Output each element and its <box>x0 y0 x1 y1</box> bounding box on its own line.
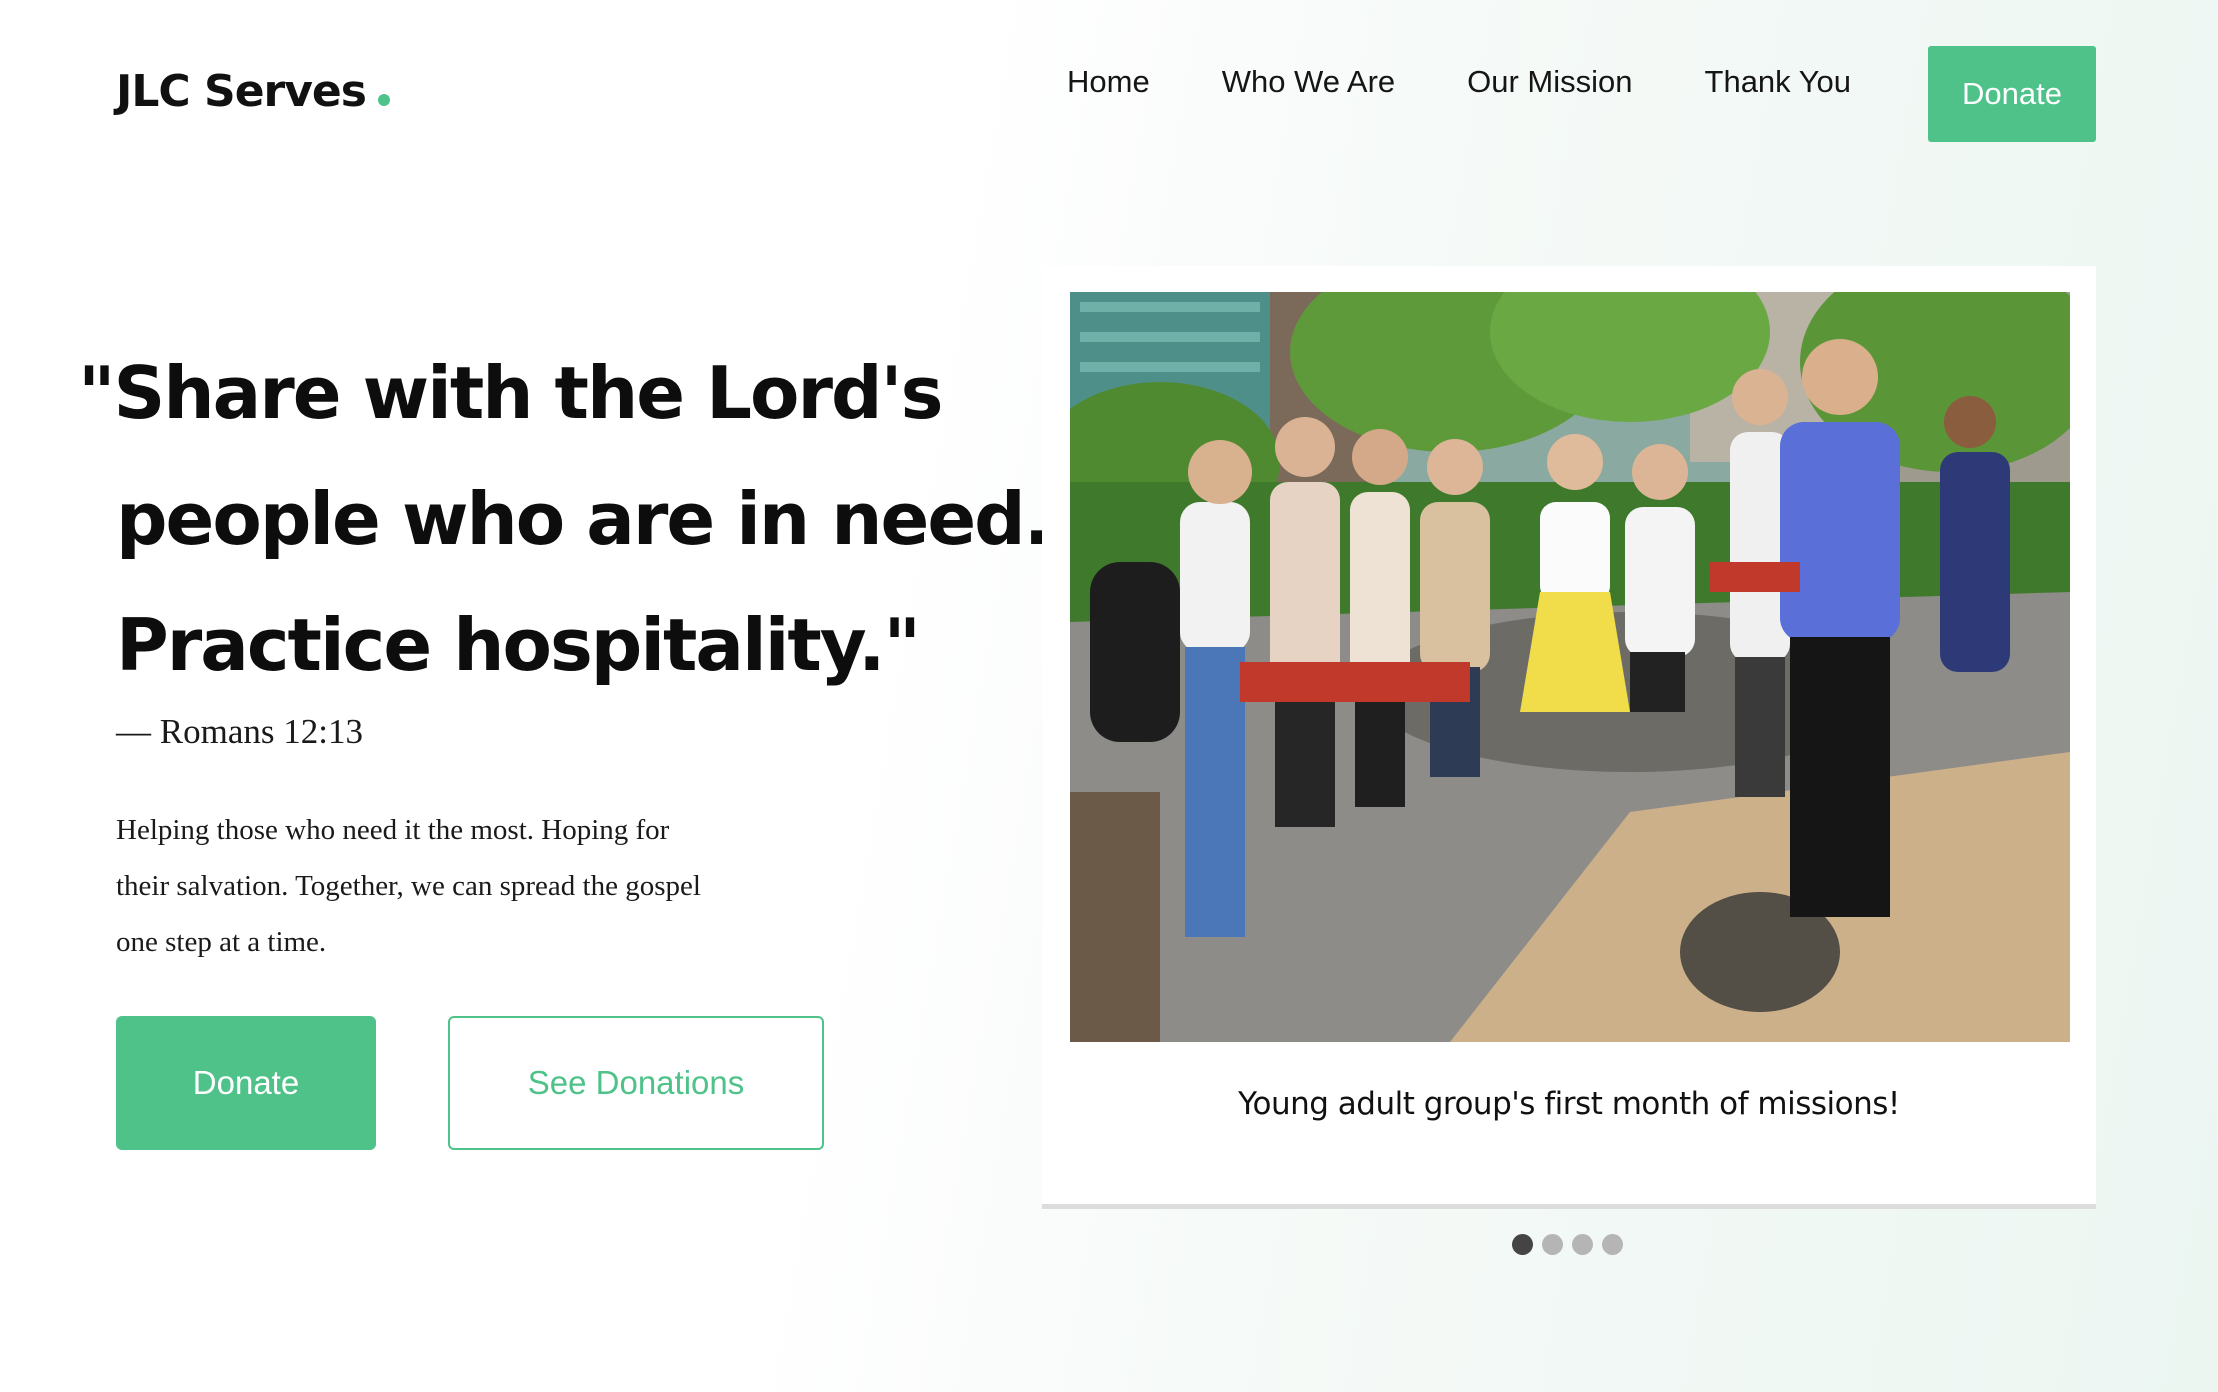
see-donations-button[interactable]: See Donations <box>448 1016 824 1150</box>
site-logo-text: JLC Serves <box>116 66 367 117</box>
logo-dot-icon <box>377 94 390 106</box>
hero-quote-line-1: "Share with the Lord's <box>78 351 943 435</box>
nav-item-our-mission[interactable]: Our Mission <box>1467 64 1632 100</box>
hero-quote-line-2: people who are in need. <box>116 477 1051 561</box>
hero-blurb-line-1: Helping those who need it the most. Hopi… <box>116 814 670 846</box>
carousel-dots <box>1512 1234 1632 1255</box>
main-nav: Home Who We Are Our Mission Thank You <box>1067 64 1923 100</box>
quote-citation: — Romans 12:13 <box>116 712 363 751</box>
hero-quote: "Share with the Lord's people who are in… <box>78 330 1051 708</box>
carousel-card: Young adult group's first month of missi… <box>1042 266 2096 1204</box>
carousel-dot-4[interactable] <box>1602 1234 1623 1255</box>
carousel-caption: Young adult group's first month of missi… <box>1238 1086 1900 1122</box>
carousel-dot-2[interactable] <box>1542 1234 1563 1255</box>
nav-item-thank-you[interactable]: Thank You <box>1705 64 1852 100</box>
hero-quote-line-3: Practice hospitality." <box>116 603 921 687</box>
hero-blurb-line-3: one step at a time. <box>116 926 327 958</box>
site-logo[interactable]: JLC Serves <box>116 66 390 117</box>
hero-donate-button[interactable]: Donate <box>116 1016 376 1150</box>
hero-blurb-line-2: their salvation. Together, we can spread… <box>116 870 701 902</box>
nav-item-home[interactable]: Home <box>1067 64 1150 100</box>
carousel-dot-1[interactable] <box>1512 1234 1533 1255</box>
carousel-dot-3[interactable] <box>1572 1234 1593 1255</box>
hero-blurb: Helping those who need it the most. Hopi… <box>116 802 806 970</box>
nav-donate-button[interactable]: Donate <box>1928 46 2096 142</box>
carousel-photo <box>1070 292 2070 1042</box>
nav-item-who-we-are[interactable]: Who We Are <box>1222 64 1395 100</box>
group-photo-image <box>1070 292 2070 1042</box>
